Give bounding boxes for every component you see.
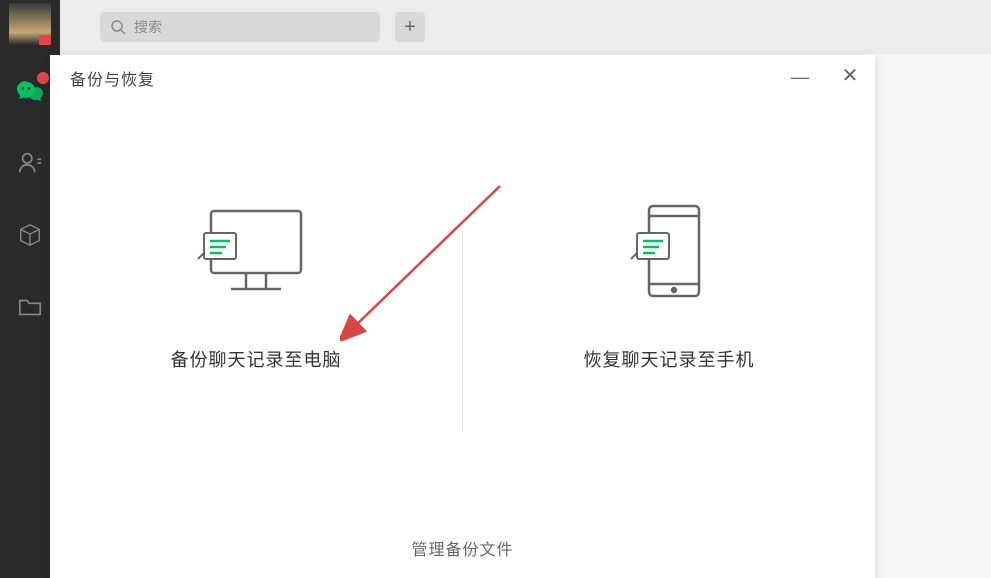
search-box[interactable] [100,12,380,42]
computer-icon [196,201,316,301]
sidebar-contacts-icon[interactable] [14,147,46,179]
dialog-header: 备份与恢复 — ✕ [50,55,875,101]
dialog-minimize-button[interactable]: — [790,67,810,88]
add-button[interactable]: + [395,12,425,42]
search-input[interactable] [134,19,370,35]
sidebar-files-icon[interactable] [14,291,46,323]
phone-icon [609,201,729,301]
avatar[interactable] [9,3,51,45]
restore-to-phone-option[interactable]: 恢复聊天记录至手机 [463,201,875,518]
manage-backup-files-link[interactable]: 管理备份文件 [411,536,513,560]
backup-to-computer-option[interactable]: 备份聊天记录至电脑 [50,201,462,518]
backup-option-label: 备份聊天记录至电脑 [171,346,342,372]
header-bar: + [60,0,991,54]
backup-restore-dialog: 备份与恢复 — ✕ 备份聊天记录至电脑 [50,55,875,578]
dialog-close-button[interactable]: ✕ [840,67,860,88]
dialog-footer: 管理备份文件 [50,518,875,578]
chat-notification-badge [37,72,49,84]
dialog-title: 备份与恢复 [70,66,155,90]
dialog-body: 备份聊天记录至电脑 恢复聊天记录至手机 [50,101,875,518]
sidebar-favorites-icon[interactable] [14,219,46,251]
search-icon [110,19,126,35]
sidebar-chat-icon[interactable] [14,75,46,107]
restore-option-label: 恢复聊天记录至手机 [584,346,755,372]
